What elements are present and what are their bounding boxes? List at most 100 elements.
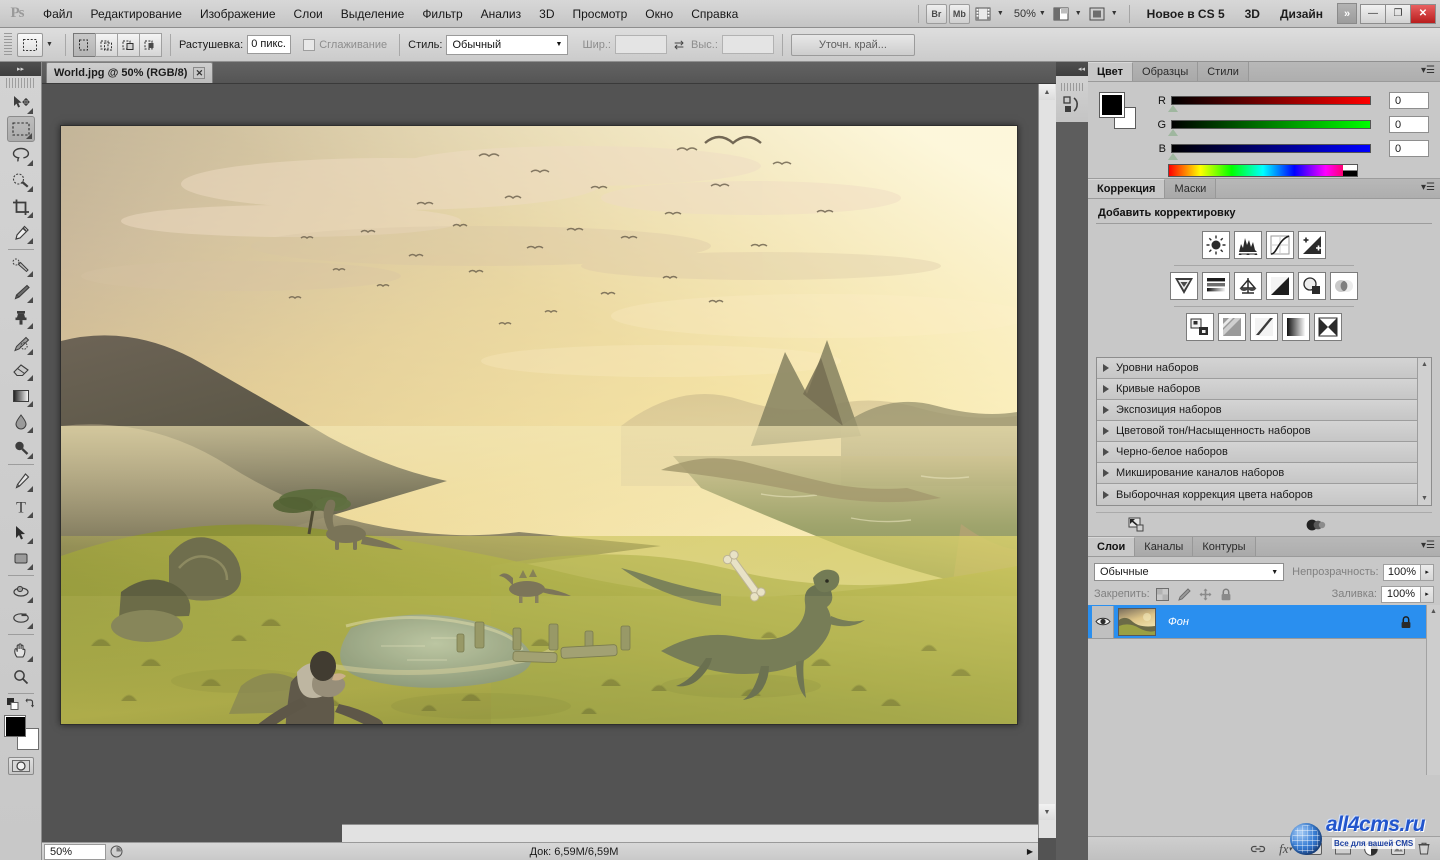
tab-adjustments[interactable]: Коррекция [1088, 179, 1166, 198]
launch-mini-bridge-button[interactable]: Mb [948, 3, 970, 24]
type-tool[interactable]: T [7, 494, 35, 520]
menu-analysis[interactable]: Анализ [472, 1, 531, 27]
move-tool[interactable] [7, 90, 35, 116]
tab-layers[interactable]: Слои [1088, 537, 1136, 556]
swap-dimensions-icon[interactable]: ⇄ [674, 38, 684, 52]
workspace-more-button[interactable]: » [1337, 3, 1357, 24]
path-selection-tool[interactable] [7, 520, 35, 546]
toggle-visibility-icon[interactable] [1306, 518, 1326, 532]
add-to-selection-button[interactable] [94, 32, 118, 57]
dodge-tool[interactable] [7, 435, 35, 461]
gradient-tool[interactable] [7, 383, 35, 409]
color-spectrum-ramp[interactable] [1168, 164, 1358, 177]
preset-channel-mixer[interactable]: Микширование каналов наборов [1097, 463, 1417, 484]
workspace-new-in-cs5[interactable]: Новое в CS 5 [1137, 7, 1235, 21]
menu-select[interactable]: Выделение [332, 1, 414, 27]
rotate-3d-camera-tool[interactable] [7, 605, 35, 631]
vibrance-icon[interactable] [1170, 272, 1198, 300]
active-tool-preset-icon[interactable] [17, 32, 43, 57]
options-bar-grip[interactable] [4, 32, 12, 57]
menu-3d[interactable]: 3D [530, 1, 563, 27]
layers-scroll-up-icon[interactable]: ▲ [1427, 605, 1440, 618]
curves-icon[interactable] [1266, 231, 1294, 259]
menu-file[interactable]: Файл [34, 1, 82, 27]
workspace-3d[interactable]: 3D [1235, 7, 1270, 21]
menu-image[interactable]: Изображение [191, 1, 285, 27]
rectangular-marquee-tool[interactable] [6, 116, 35, 142]
layer-visibility-toggle[interactable] [1092, 605, 1114, 638]
tab-paths[interactable]: Контуры [1193, 537, 1256, 556]
view-extras-icon[interactable] [972, 4, 994, 24]
toolbar-expand-button[interactable]: ▸▸ [0, 62, 41, 76]
dock-grip[interactable] [1061, 83, 1083, 91]
hue-saturation-icon[interactable] [1202, 272, 1230, 300]
intersect-selection-button[interactable] [138, 32, 162, 57]
canvas-viewport[interactable] [42, 84, 1038, 838]
foreground-color-swatch[interactable] [3, 715, 26, 737]
spectrum-white-black-swatch[interactable] [1343, 165, 1357, 176]
quick-mask-toggle[interactable] [7, 757, 34, 775]
invert-icon[interactable] [1186, 313, 1214, 341]
levels-icon[interactable] [1234, 231, 1262, 259]
zoom-chevron-down-icon[interactable]: ▼ [1039, 10, 1046, 17]
preview-options-icon[interactable] [106, 845, 126, 858]
lock-image-icon[interactable] [1177, 587, 1191, 601]
width-input[interactable] [614, 35, 667, 54]
blur-tool[interactable] [7, 409, 35, 435]
healing-brush-tool[interactable] [7, 253, 35, 279]
menu-help[interactable]: Справка [682, 1, 747, 27]
link-layers-icon[interactable] [1250, 843, 1266, 855]
view-extras-chevron-down-icon[interactable]: ▼ [997, 10, 1004, 17]
document-tab-close-icon[interactable]: ✕ [193, 67, 206, 79]
arrange-documents-icon[interactable] [1050, 4, 1072, 24]
feather-input[interactable]: 0 пикс. [247, 35, 292, 54]
tab-channels[interactable]: Каналы [1135, 537, 1194, 556]
clone-stamp-tool[interactable] [7, 305, 35, 331]
restore-button[interactable]: ❐ [1385, 3, 1411, 24]
red-slider-track[interactable] [1168, 96, 1371, 112]
eraser-tool[interactable] [7, 357, 35, 383]
refine-edge-button[interactable]: Уточн. край... [790, 33, 915, 56]
height-input[interactable] [721, 35, 774, 54]
preset-curves[interactable]: Кривые наборов [1097, 379, 1417, 400]
presets-scroll-down-icon[interactable]: ▼ [1418, 492, 1431, 505]
eyedropper-tool[interactable] [7, 220, 35, 246]
screen-mode-chevron-down-icon[interactable]: ▼ [1111, 10, 1118, 17]
tab-swatches[interactable]: Образцы [1133, 62, 1199, 81]
tab-masks[interactable]: Маски [1165, 179, 1217, 198]
minimize-button[interactable]: — [1360, 3, 1386, 24]
lasso-tool[interactable] [7, 142, 35, 168]
adjustment-presets-list[interactable]: Уровни наборов Кривые наборов Экспозиция… [1096, 357, 1432, 506]
selective-color-icon[interactable] [1314, 313, 1342, 341]
gradient-map-icon[interactable] [1282, 313, 1310, 341]
lock-all-icon[interactable] [1220, 588, 1232, 601]
canvas-vertical-scrollbar[interactable]: ▲ ▼ [1038, 84, 1056, 838]
lock-position-icon[interactable] [1199, 588, 1212, 601]
presets-scroll-up-icon[interactable]: ▲ [1418, 358, 1431, 371]
green-slider-thumb[interactable] [1168, 129, 1178, 136]
layers-scrollbar[interactable]: ▲ [1426, 605, 1440, 775]
menu-edit[interactable]: Редактирование [82, 1, 191, 27]
toolbar-grip[interactable] [6, 78, 35, 88]
preset-levels[interactable]: Уровни наборов [1097, 358, 1417, 379]
tab-styles[interactable]: Стили [1198, 62, 1249, 81]
style-select[interactable]: Обычный ▼ [446, 34, 569, 55]
crop-tool[interactable] [7, 194, 35, 220]
red-value-input[interactable]: 0 [1389, 92, 1429, 109]
hand-tool[interactable] [7, 638, 35, 664]
exposure-icon[interactable] [1298, 231, 1326, 259]
adjustments-panel-menu-icon[interactable]: ▾☰ [1421, 182, 1435, 193]
blue-slider-track[interactable] [1168, 144, 1371, 160]
quick-selection-tool[interactable] [7, 168, 35, 194]
blue-value-input[interactable]: 0 [1389, 140, 1429, 157]
preset-hue-saturation[interactable]: Цветовой тон/Насыщенность наборов [1097, 421, 1417, 442]
history-actions-dock-icon[interactable] [1056, 76, 1088, 122]
launch-bridge-button[interactable]: Br [925, 3, 947, 24]
menu-view[interactable]: Просмотр [563, 1, 636, 27]
screen-mode-icon[interactable] [1086, 4, 1108, 24]
threshold-icon[interactable] [1250, 313, 1278, 341]
photo-filter-icon[interactable] [1298, 272, 1326, 300]
black-white-icon[interactable] [1266, 272, 1294, 300]
workspace-design[interactable]: Дизайн [1270, 7, 1333, 21]
menu-layer[interactable]: Слои [285, 1, 332, 27]
